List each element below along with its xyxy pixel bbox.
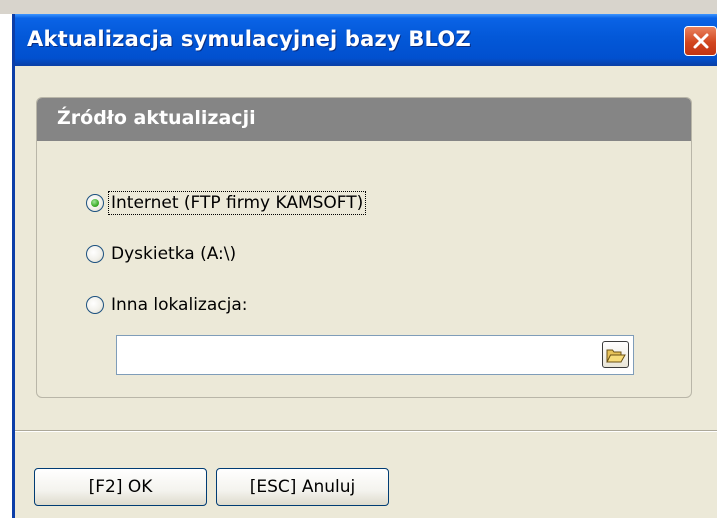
option-other-location-label[interactable]: Inna lokalizacja: [109, 294, 249, 316]
panel-title: Źródło aktualizacji [57, 107, 256, 129]
close-button[interactable] [684, 26, 717, 56]
folder-open-icon [606, 349, 626, 363]
window-title: Aktualizacja symulacyjnej bazy BLOZ [27, 27, 471, 51]
ok-button[interactable]: [F2] OK [34, 468, 207, 506]
separator [15, 430, 717, 432]
dialog-window: Aktualizacja symulacyjnej bazy BLOZ Źród… [12, 14, 717, 518]
title-bar[interactable]: Aktualizacja symulacyjnej bazy BLOZ [15, 14, 717, 66]
radio-selected-dot [91, 199, 99, 207]
option-floppy-label[interactable]: Dyskietka (A:\) [109, 243, 238, 265]
location-input[interactable] [116, 335, 634, 375]
option-other-location[interactable]: Inna lokalizacja: [86, 292, 249, 318]
background-strip [0, 0, 717, 14]
option-floppy[interactable]: Dyskietka (A:\) [86, 241, 238, 267]
close-icon [693, 33, 709, 49]
option-internet[interactable]: Internet (FTP firmy KAMSOFT) [86, 190, 367, 216]
radio-floppy[interactable] [86, 245, 104, 263]
option-internet-label[interactable]: Internet (FTP firmy KAMSOFT) [107, 191, 367, 215]
cancel-button[interactable]: [ESC] Anuluj [216, 468, 389, 506]
browse-button[interactable] [602, 341, 629, 368]
panel-header: Źródło aktualizacji [37, 98, 691, 141]
radio-other-location[interactable] [86, 296, 104, 314]
update-source-panel: Źródło aktualizacji Internet (FTP firmy … [36, 97, 692, 398]
radio-internet[interactable] [86, 194, 104, 212]
